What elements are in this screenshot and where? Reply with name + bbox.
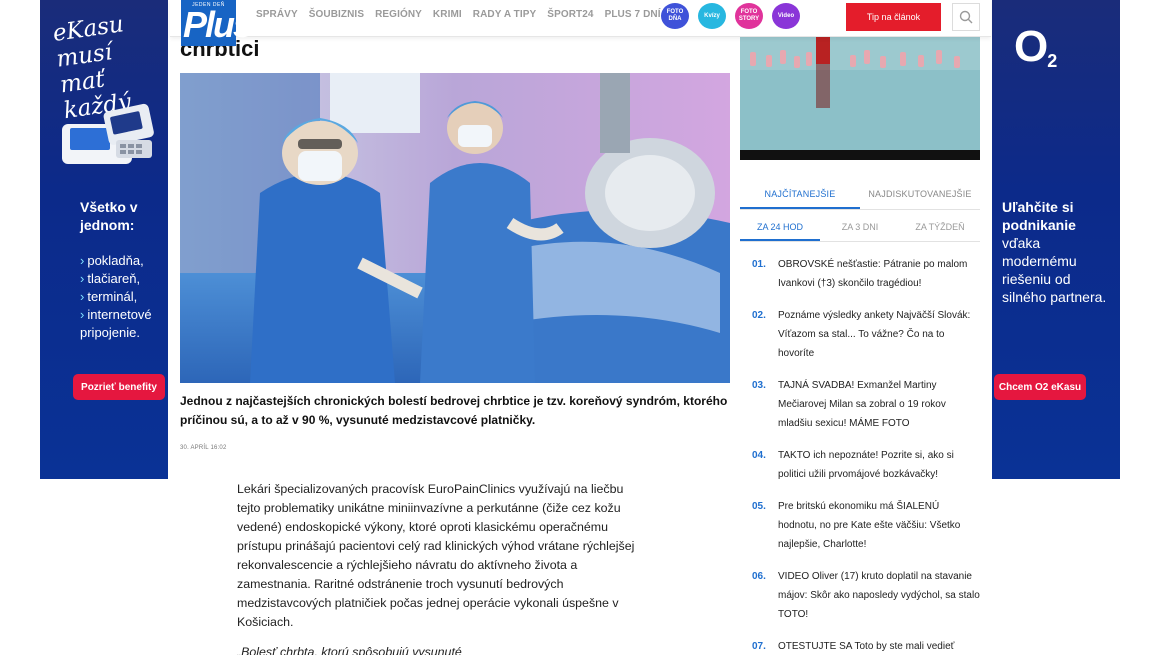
- rank-link[interactable]: TAKTO ich nepoznáte! Pozrite si, ako si …: [778, 446, 980, 484]
- article-body-paragraph: Lekári špecializovaných pracovísk EuroPa…: [237, 482, 635, 629]
- chevron-right-icon: ›: [80, 253, 85, 268]
- tab-24-hours[interactable]: ZA 24 HOD: [740, 214, 820, 241]
- ad-left-list-item: › pokladňa,: [80, 253, 144, 268]
- badge-video[interactable]: Video: [772, 3, 800, 29]
- rank-link[interactable]: Pre britskú ekonomiku má ŠIALENÚ hodnotu…: [778, 497, 980, 554]
- list-item[interactable]: 03. TAJNÁ SVADBA! Exmanžel Martiny Mečiar…: [752, 376, 980, 433]
- list-item[interactable]: 04. TAKTO ich nepoznáte! Pozrite si, ako …: [752, 446, 980, 484]
- ad-right-text: Uľahčite si podnikanie vďaka modernému r…: [1002, 199, 1107, 305]
- chevron-right-icon: ›: [80, 289, 85, 304]
- chevron-right-icon: ›: [80, 307, 85, 322]
- ad-left-list: › pokladňa, › tlačiareň, › terminál, › inter…: [80, 252, 168, 342]
- rank-number: 07.: [752, 641, 766, 652]
- tip-na-clanok-button[interactable]: Tip na článok: [846, 3, 941, 31]
- main-nav: SPRÁVY ŠOUBIZNIS REGIÓNY KRIMI RADY A TI…: [256, 9, 661, 20]
- ad-left-list-item: › tlačiareň,: [80, 271, 141, 286]
- article-body-paragraph-next: „Bolesť chrbta, ktorú spôsobujú vysunuté: [237, 645, 462, 655]
- sidebar-period-tabs: ZA 24 HOD ZA 3 DNI ZA TÝŽDEŇ: [740, 214, 980, 242]
- list-item[interactable]: 06. VIDEO Oliver (17) kruto doplatil na s…: [752, 567, 980, 624]
- article-lead: Jednou z najčastejších chronických boles…: [180, 394, 728, 427]
- nav-item-sport24[interactable]: ŠPORT24: [547, 9, 593, 20]
- sidebar-primary-tabs: NAJČÍTANEJŠIE NAJDISKUTOVANEJŠIE: [740, 181, 980, 210]
- nav-item-krimi[interactable]: KRIMI: [433, 9, 462, 20]
- chevron-right-icon: ›: [80, 271, 85, 286]
- payment-terminal-image: [62, 103, 154, 164]
- site-header: JEDEN DEŇ Plus SPRÁVY ŠOUBIZNIS REGIÓNY …: [170, 0, 991, 46]
- ad-left-banner[interactable]: eKasu musí mať každý Všetko v jednom: › p…: [40, 0, 168, 479]
- tab-most-discussed[interactable]: NAJDISKUTOVANEJŠIE: [860, 181, 980, 209]
- rank-number: 04.: [752, 450, 766, 461]
- list-item[interactable]: 05. Pre britskú ekonomiku má ŠIALENÚ hodn…: [752, 497, 980, 554]
- hero-image-surgery: [180, 73, 730, 383]
- most-read-list: 01. OBROVSKÉ nešťastie: Pátranie po malom…: [752, 255, 980, 655]
- ad-left-benefits-button[interactable]: Pozrieť benefity: [73, 374, 165, 400]
- o2-logo: O2: [1014, 22, 1057, 71]
- ad-left-list-item: › terminál,: [80, 289, 138, 304]
- rank-number: 02.: [752, 310, 766, 321]
- nav-item-plus-7-dni[interactable]: PLUS 7 DNÍ: [605, 9, 661, 20]
- nav-item-rady-a-tipy[interactable]: RADY A TIPY: [473, 9, 537, 20]
- rank-link[interactable]: OTESTUJTE SA Toto by ste mali vedieť: [778, 637, 954, 655]
- list-item[interactable]: 02. Poznáme výsledky ankety Najväčší Slov…: [752, 306, 980, 363]
- list-item[interactable]: 07. OTESTUJTE SA Toto by ste mali vedieť: [752, 637, 980, 655]
- nav-item-spravy[interactable]: SPRÁVY: [256, 9, 298, 20]
- rank-number: 03.: [752, 380, 766, 391]
- ad-right-o2-ekasa-button[interactable]: Chcem O2 eKasu: [994, 374, 1086, 400]
- rank-link[interactable]: Poznáme výsledky ankety Najväčší Slovák:…: [778, 306, 980, 363]
- rank-number: 05.: [752, 501, 766, 512]
- search-button[interactable]: [952, 3, 980, 31]
- ad-left-list-item: › internetové pripojenie.: [80, 307, 152, 340]
- badge-kvizy[interactable]: Kvízy: [698, 3, 726, 29]
- rank-number: 01.: [752, 259, 766, 270]
- badge-foto-dna[interactable]: FOTO DŇA: [661, 3, 689, 29]
- nav-item-regiony[interactable]: REGIÓNY: [375, 9, 422, 20]
- article-date: 30. APRÍL 16:02: [180, 445, 227, 451]
- list-item[interactable]: 01. OBROVSKÉ nešťastie: Pátranie po malom…: [752, 255, 980, 293]
- header-badges: FOTO DŇA Kvízy FOTO STORY Video: [661, 3, 800, 29]
- tab-most-read[interactable]: NAJČÍTANEJŠIE: [740, 181, 860, 209]
- ad-right-banner[interactable]: O2 Uľahčite si podnikanie vďaka moderném…: [992, 0, 1120, 479]
- badge-foto-story[interactable]: FOTO STORY: [735, 3, 763, 29]
- site-logo[interactable]: JEDEN DEŇ Plus: [181, 0, 253, 46]
- nav-item-soubiznis[interactable]: ŠOUBIZNIS: [309, 9, 364, 20]
- tab-week[interactable]: ZA TÝŽDEŇ: [900, 214, 980, 241]
- ad-left-title: Všetko v jednom:: [80, 199, 138, 233]
- page: eKasu musí mať každý Všetko v jednom: › p…: [0, 0, 1166, 655]
- rank-link[interactable]: OBROVSKÉ nešťastie: Pátranie po malom Iv…: [778, 255, 980, 293]
- tab-3-days[interactable]: ZA 3 DNI: [820, 214, 900, 241]
- rank-number: 06.: [752, 571, 766, 582]
- search-icon: [959, 10, 973, 24]
- rank-link[interactable]: VIDEO Oliver (17) kruto doplatil na stav…: [778, 567, 980, 624]
- rank-link[interactable]: TAJNÁ SVADBA! Exmanžel Martiny Mečiarove…: [778, 376, 980, 433]
